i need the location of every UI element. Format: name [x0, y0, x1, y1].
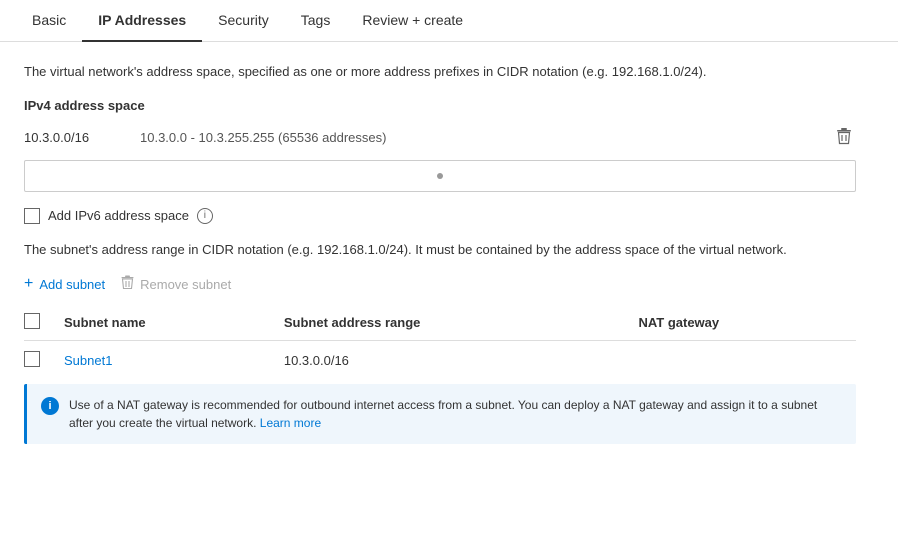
ipv6-checkbox[interactable]: [24, 208, 40, 224]
ipv6-checkbox-label: Add IPv6 address space: [48, 208, 189, 223]
delete-address-button[interactable]: [832, 123, 856, 152]
address-cidr: 10.3.0.0/16: [24, 130, 124, 145]
subnet1-link[interactable]: Subnet1: [64, 353, 112, 368]
info-circle-icon: i: [41, 397, 59, 415]
address-prefix-input[interactable]: [24, 160, 856, 192]
trash-icon: [836, 127, 852, 145]
subnet-table: Subnet name Subnet address range NAT gat…: [24, 305, 856, 380]
remove-subnet-button[interactable]: Remove subnet: [121, 275, 231, 293]
input-dot: [437, 173, 443, 179]
add-subnet-button[interactable]: + Add subnet: [24, 276, 105, 292]
col-subnet-address-header: Subnet address range: [284, 305, 639, 341]
row-nat-gateway: [638, 341, 856, 381]
tab-tags[interactable]: Tags: [285, 0, 347, 42]
row-subnet-address: 10.3.0.0/16: [284, 341, 639, 381]
row-subnet-name: Subnet1: [64, 341, 284, 381]
tab-ip-addresses[interactable]: IP Addresses: [82, 0, 202, 42]
col-checkbox-header: [24, 305, 64, 341]
col-nat-gateway-header: NAT gateway: [638, 305, 856, 341]
add-subnet-label: Add subnet: [39, 277, 105, 292]
address-row: 10.3.0.0/16 10.3.0.0 - 10.3.255.255 (655…: [24, 123, 856, 152]
tab-bar: Basic IP Addresses Security Tags Review …: [0, 0, 898, 42]
plus-icon: +: [24, 276, 33, 292]
learn-more-link[interactable]: Learn more: [260, 416, 321, 430]
tab-basic[interactable]: Basic: [16, 0, 82, 42]
subnet-description: The subnet's address range in CIDR notat…: [24, 240, 856, 260]
remove-trash-icon: [121, 275, 134, 293]
tab-review-create[interactable]: Review + create: [346, 0, 479, 42]
table-row: Subnet1 10.3.0.0/16: [24, 341, 856, 381]
address-space-description: The virtual network's address space, spe…: [24, 62, 856, 82]
info-bar-message: Use of a NAT gateway is recommended for …: [69, 398, 817, 430]
info-bar-text: Use of a NAT gateway is recommended for …: [69, 396, 842, 432]
subnet-toolbar: + Add subnet Remove subnet: [24, 275, 856, 293]
tab-security[interactable]: Security: [202, 0, 285, 42]
table-header-checkbox[interactable]: [24, 313, 40, 329]
row-checkbox-cell: [24, 341, 64, 381]
address-range-text: 10.3.0.0 - 10.3.255.255 (65536 addresses…: [140, 130, 832, 145]
col-subnet-name-header: Subnet name: [64, 305, 284, 341]
ipv6-checkbox-row: Add IPv6 address space i: [24, 208, 856, 224]
remove-subnet-label: Remove subnet: [140, 277, 231, 292]
main-content: The virtual network's address space, spe…: [0, 42, 880, 464]
row-checkbox[interactable]: [24, 351, 40, 367]
ipv6-info-icon[interactable]: i: [197, 208, 213, 224]
info-bar: i Use of a NAT gateway is recommended fo…: [24, 384, 856, 444]
ipv4-section-label: IPv4 address space: [24, 98, 856, 113]
